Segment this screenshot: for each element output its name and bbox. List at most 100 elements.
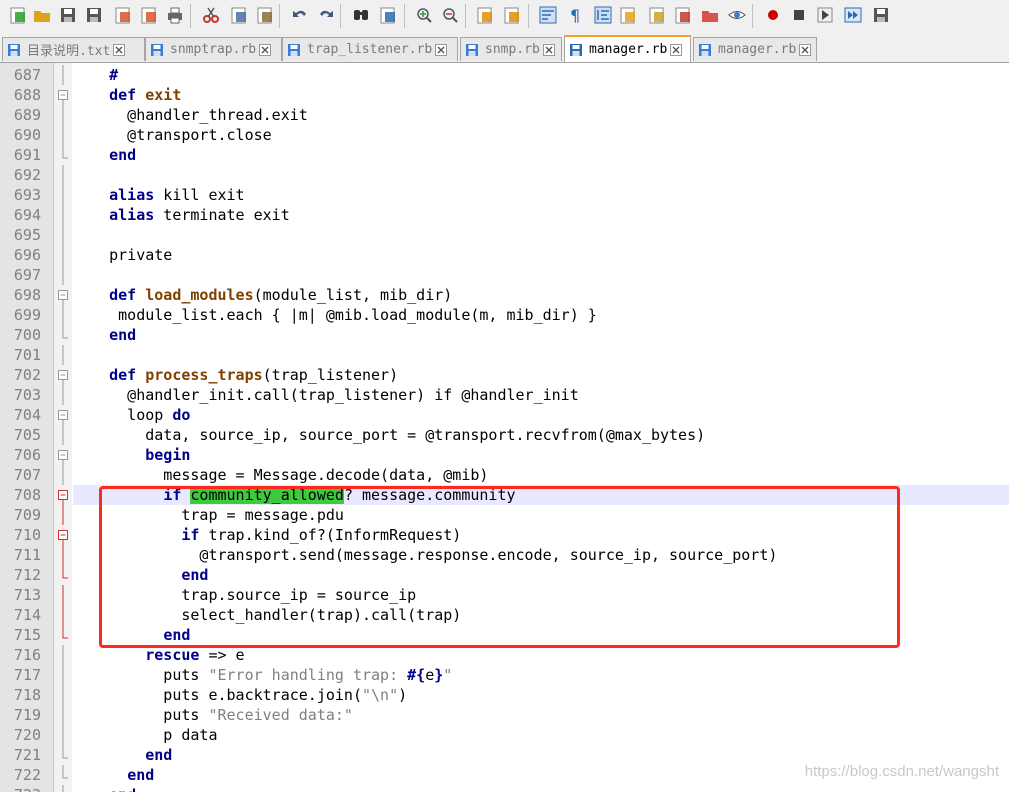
fold-toggle-icon[interactable] [55, 285, 71, 305]
show-all-chars-icon[interactable]: ¶ [565, 5, 585, 25]
code-text: @transport.send(message.response.encode,… [73, 546, 778, 564]
zoom-out-icon[interactable] [440, 5, 460, 25]
code-text: p data [73, 726, 218, 744]
close-file-icon[interactable] [113, 5, 133, 25]
code-line[interactable]: 721 end [0, 745, 1009, 765]
tab-2[interactable]: trap_listener.rb [282, 37, 458, 61]
code-line[interactable]: 716 rescue => e [0, 645, 1009, 665]
line-number: 719 [13, 706, 41, 724]
code-editor[interactable]: 687 #688 def exit 689 @handler_thread.exi… [0, 63, 1009, 792]
copy-icon[interactable] [229, 5, 249, 25]
replace-icon[interactable] [378, 5, 398, 25]
code-line[interactable]: 692 [0, 165, 1009, 185]
code-line[interactable]: 717 puts "Error handling trap: #{e}" [0, 665, 1009, 685]
code-line[interactable]: 703 @handler_init.call(trap_listener) if… [0, 385, 1009, 405]
folder-workspace-icon[interactable] [700, 5, 720, 25]
code-line[interactable]: 708 if community_allowed? message.commun… [0, 485, 1009, 505]
print-icon[interactable] [165, 5, 185, 25]
code-line[interactable]: 723 end [0, 785, 1009, 792]
fold-toggle-icon[interactable] [55, 485, 71, 505]
code-line[interactable]: 718 puts e.backtrace.join("\n") [0, 685, 1009, 705]
line-number: 706 [13, 446, 41, 464]
line-number: 695 [13, 226, 41, 244]
stop-macro-icon[interactable] [789, 5, 809, 25]
code-line[interactable]: 720 p data [0, 725, 1009, 745]
close-all-icon[interactable] [139, 5, 159, 25]
code-line[interactable]: 687 # [0, 65, 1009, 85]
code-line[interactable]: 690 @transport.close [0, 125, 1009, 145]
tab-close-icon[interactable] [113, 43, 126, 56]
tab-0[interactable]: 目录说明.txt [2, 37, 145, 61]
tab-close-icon[interactable] [435, 43, 448, 56]
code-line[interactable]: 701 [0, 345, 1009, 365]
code-line[interactable]: 706 begin [0, 445, 1009, 465]
indent-guide-icon[interactable] [593, 5, 613, 25]
code-line[interactable]: 699 module_list.each { |m| @mib.load_mod… [0, 305, 1009, 325]
code-line[interactable]: 697 [0, 265, 1009, 285]
tab-1[interactable]: snmptrap.rb [145, 37, 282, 61]
cut-icon[interactable] [201, 5, 221, 25]
save-icon[interactable] [58, 5, 78, 25]
undo-icon[interactable] [290, 5, 310, 25]
tab-close-icon[interactable] [799, 43, 812, 56]
tab-4[interactable]: manager.rb [564, 35, 691, 62]
line-number: 723 [0, 785, 41, 792]
code-line[interactable]: 714 select_handler(trap).call(trap) [0, 605, 1009, 625]
code-line[interactable]: 688 def exit [0, 85, 1009, 105]
code-line[interactable]: 700 end [0, 325, 1009, 345]
fold-toggle-icon[interactable] [55, 525, 71, 545]
code-line[interactable]: 719 puts "Received data:" [0, 705, 1009, 725]
sync-horizontal-icon[interactable] [502, 5, 522, 25]
word-wrap-icon[interactable] [538, 5, 558, 25]
find-icon[interactable] [351, 5, 371, 25]
code-line[interactable]: 705 data, source_ip, source_port = @tran… [0, 425, 1009, 445]
code-line[interactable]: 689 @handler_thread.exit [0, 105, 1009, 125]
play-macro-icon[interactable] [815, 5, 835, 25]
tab-5[interactable]: manager.rb [693, 37, 817, 61]
fold-toggle-icon[interactable] [55, 365, 71, 385]
fold-guide-icon [62, 625, 68, 639]
record-macro-icon[interactable] [763, 5, 783, 25]
code-line[interactable]: 704 loop do [0, 405, 1009, 425]
code-line[interactable]: 713 trap.source_ip = source_ip [0, 585, 1009, 605]
open-folder-icon[interactable] [32, 5, 52, 25]
save-all-icon[interactable] [84, 5, 104, 25]
code-line[interactable]: 694 alias terminate exit [0, 205, 1009, 225]
code-line[interactable]: 695 [0, 225, 1009, 245]
paste-icon[interactable] [255, 5, 275, 25]
tab-close-icon[interactable] [542, 43, 555, 56]
run-macro-multiple-icon[interactable] [843, 5, 863, 25]
code-line[interactable]: 702 def process_traps(trap_listener) [0, 365, 1009, 385]
zoom-in-icon[interactable] [414, 5, 434, 25]
code-line[interactable]: 711 @transport.send(message.response.enc… [0, 545, 1009, 565]
code-line[interactable]: 707 message = Message.decode(data, @mib) [0, 465, 1009, 485]
fold-toggle-icon[interactable] [55, 445, 71, 465]
code-line[interactable]: 691 end [0, 145, 1009, 165]
function-list-icon[interactable] [673, 5, 693, 25]
sync-vertical-icon[interactable] [475, 5, 495, 25]
new-file-icon[interactable] [8, 5, 28, 25]
code-line[interactable]: 696 private [0, 245, 1009, 265]
tab-3[interactable]: snmp.rb [460, 37, 562, 61]
monitoring-eye-icon[interactable] [727, 5, 747, 25]
redo-icon[interactable] [316, 5, 336, 25]
tab-close-icon[interactable] [670, 43, 683, 56]
document-map-icon[interactable] [647, 5, 667, 25]
fold-toggle-icon[interactable] [55, 405, 71, 425]
code-line[interactable]: 710 if trap.kind_of?(InformRequest) [0, 525, 1009, 545]
code-line[interactable]: 698 def load_modules(module_list, mib_di… [0, 285, 1009, 305]
code-text: end [181, 566, 209, 584]
tab-label: snmptrap.rb [170, 42, 257, 57]
fold-guide-icon [62, 605, 64, 625]
fold-guide-icon [62, 205, 64, 225]
code-line[interactable]: 715 end [0, 625, 1009, 645]
code-line[interactable]: 709 trap = message.pdu [0, 505, 1009, 525]
fold-toggle-icon[interactable] [55, 85, 71, 105]
code-line[interactable]: 712 end [0, 565, 1009, 585]
save-macro-icon[interactable] [871, 5, 891, 25]
tab-close-icon[interactable] [259, 43, 272, 56]
code-line[interactable]: 693 alias kill exit [0, 185, 1009, 205]
udl-icon[interactable] [618, 5, 638, 25]
toolbar: ¶ [0, 0, 1009, 35]
line-number: 692 [13, 166, 41, 184]
